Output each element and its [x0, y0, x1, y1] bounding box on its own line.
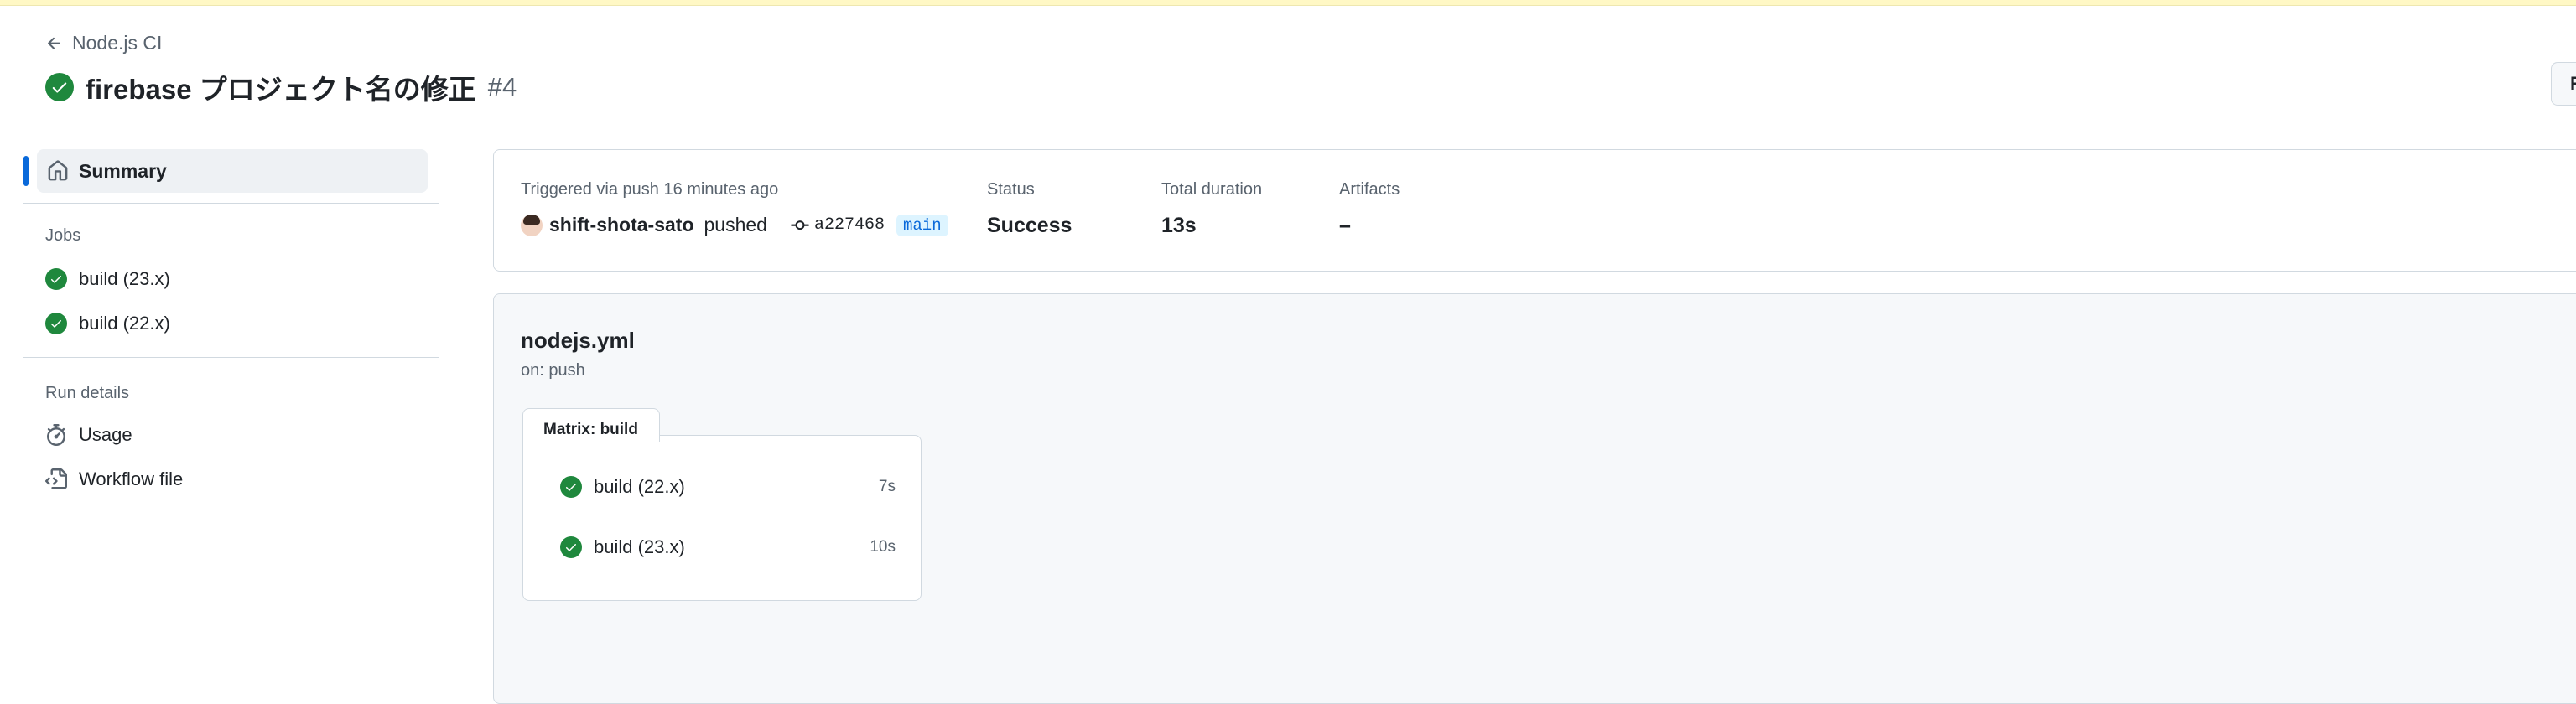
matrix-job-label: build (23.x) [594, 536, 685, 557]
duration-label: Total duration [1161, 180, 1263, 199]
sidebar-job-label: build (23.x) [79, 268, 170, 289]
sidebar-item-summary-label: Summary [79, 159, 167, 182]
back-to-workflow-link[interactable]: Node.js CI [45, 32, 162, 54]
git-commit-icon [790, 220, 809, 230]
success-check-icon [45, 313, 67, 334]
artifacts-label: Artifacts [1339, 180, 1400, 199]
sidebar-item-job[interactable]: build (22.x) [45, 313, 170, 334]
matrix-job[interactable]: build (23.x) 10s [560, 536, 896, 558]
matrix-card: build (22.x) 7s build (23.x) 10s [522, 435, 922, 601]
avatar[interactable] [521, 214, 543, 236]
arrow-left-icon [48, 37, 60, 49]
status-value: Success [987, 214, 1072, 237]
run-title: firebase プロジェクト名の修正 [86, 74, 476, 105]
duration-value: 13s [1161, 214, 1197, 237]
top-banner-strip [0, 0, 2576, 6]
sidebar-item-workflow-file[interactable]: Workflow file [45, 468, 183, 490]
run-details-heading: Run details [45, 384, 130, 402]
home-icon [48, 160, 68, 181]
sidebar-item-workflow-file-label: Workflow file [79, 468, 184, 489]
matrix-job[interactable]: build (22.x) 7s [560, 476, 896, 498]
sidebar-item-usage-label: Usage [79, 424, 132, 445]
success-check-icon [45, 268, 67, 290]
active-indicator [23, 156, 29, 186]
matrix-job-duration: 10s [870, 538, 896, 556]
matrix-job-label: build (22.x) [594, 476, 685, 497]
actor-link[interactable]: shift-shota-sato [549, 214, 694, 236]
triggered-label: Triggered via push 16 minutes ago [521, 180, 779, 199]
back-link-label: Node.js CI [72, 32, 163, 54]
stopwatch-icon [47, 424, 65, 446]
sidebar-item-usage[interactable]: Usage [45, 424, 132, 446]
trigger-details: shift-shota-sato pushed a227468 main [521, 214, 948, 236]
branch-badge[interactable]: main [896, 214, 948, 236]
push-action: pushed [704, 214, 767, 236]
commit-link[interactable]: a227468 [790, 215, 885, 235]
matrix-job-duration: 7s [878, 478, 896, 495]
sidebar-item-summary[interactable]: Summary [37, 149, 428, 193]
workflow-trigger: on: push [521, 361, 585, 380]
page-title: firebase プロジェクト名の修正 #4 [45, 67, 517, 107]
commit-sha: a227468 [813, 215, 885, 235]
file-code-icon [45, 468, 67, 489]
workflow-name: nodejs.yml [521, 328, 635, 353]
matrix-label: Matrix: build [522, 408, 660, 442]
sidebar-item-job[interactable]: build (23.x) [45, 268, 170, 290]
status-label: Status [987, 180, 1035, 199]
jobs-heading: Jobs [45, 226, 81, 245]
workflow-graph: nodejs.yml on: push Matrix: build build … [493, 293, 2576, 704]
success-check-icon [560, 476, 582, 498]
success-check-icon [45, 73, 74, 101]
run-number: #4 [487, 72, 517, 101]
sidebar-divider [23, 203, 439, 204]
sidebar-job-label: build (22.x) [79, 313, 170, 334]
rerun-button[interactable]: R [2551, 62, 2576, 106]
sidebar-divider [23, 357, 439, 358]
run-summary-box: Triggered via push 16 minutes ago shift-… [493, 149, 2576, 272]
rerun-button-label: R [2570, 73, 2576, 95]
artifacts-value: – [1339, 214, 1351, 237]
success-check-icon [560, 536, 582, 558]
